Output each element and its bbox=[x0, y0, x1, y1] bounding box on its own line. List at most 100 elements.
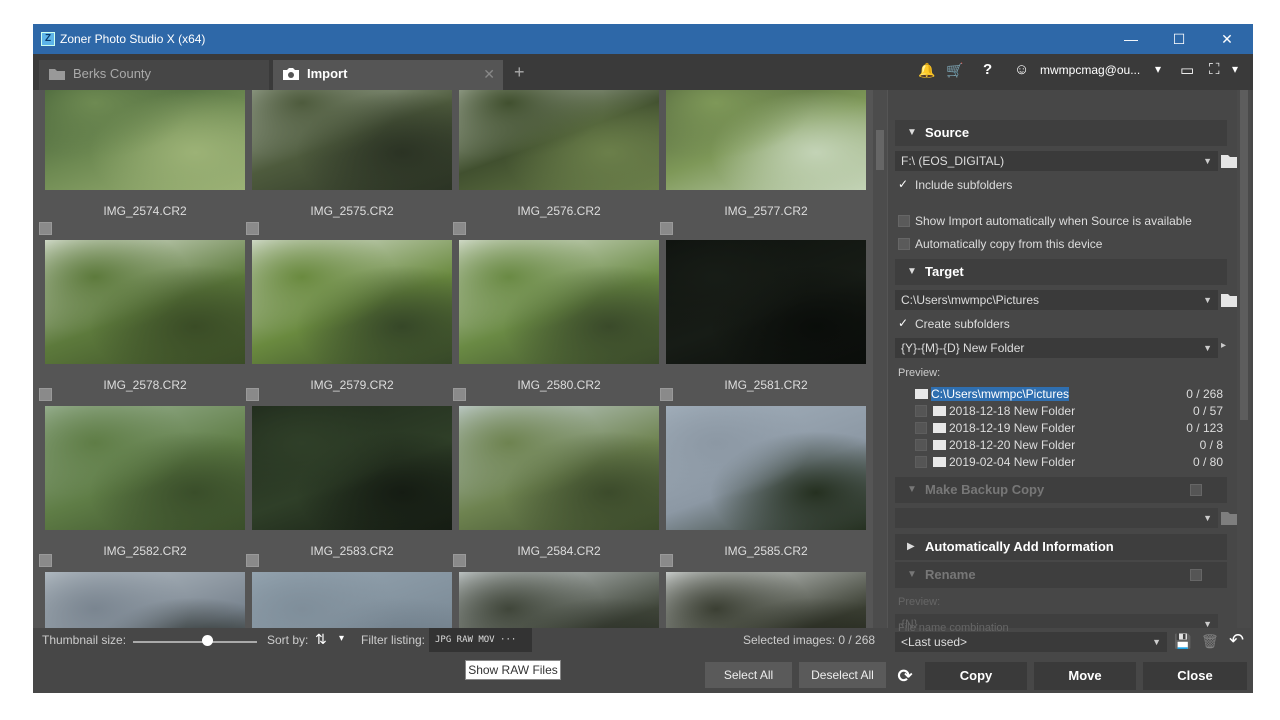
rename-enable-checkbox[interactable] bbox=[1190, 569, 1202, 581]
new-tab-button[interactable]: + bbox=[514, 62, 525, 83]
undo-icon[interactable]: ↶ bbox=[1229, 630, 1244, 651]
panel-scroll-thumb[interactable] bbox=[1240, 90, 1248, 420]
include-subfolders-label: Include subfolders bbox=[915, 178, 1013, 192]
folder-checkbox[interactable] bbox=[915, 456, 927, 468]
auto-copy-checkbox[interactable] bbox=[898, 238, 910, 250]
thumbnail-image[interactable] bbox=[459, 406, 659, 530]
include-subfolders-checkmark-icon[interactable]: ✓ bbox=[898, 177, 908, 191]
thumbnail-image[interactable] bbox=[252, 406, 452, 530]
folder-icon bbox=[915, 389, 928, 399]
thumbnail-image[interactable] bbox=[666, 90, 866, 190]
help-icon[interactable]: ? bbox=[983, 61, 992, 78]
panel-bottom-bar: File name combination <Last used> ▼ 💾 🗑 … bbox=[888, 622, 1253, 693]
backup-path-select[interactable]: ▼ bbox=[895, 508, 1218, 528]
thumbnail-image[interactable] bbox=[45, 90, 245, 190]
folder-count: 0 / 57 bbox=[1192, 404, 1223, 418]
tree-folder-row[interactable]: 2018-12-20 New Folder 0 / 8 bbox=[895, 437, 1227, 454]
sort-icon[interactable]: ⇅ bbox=[315, 631, 327, 648]
folder-checkbox[interactable] bbox=[915, 405, 927, 417]
thumbnail-image[interactable] bbox=[666, 406, 866, 530]
tree-root-row[interactable]: C:\Users\mwmpc\Pictures 0 / 268 bbox=[895, 386, 1227, 403]
tab-import[interactable]: Import ✕ bbox=[273, 60, 503, 90]
thumbnail-image[interactable] bbox=[252, 572, 452, 628]
thumbnail-select-checkbox[interactable] bbox=[246, 388, 259, 401]
create-subfolders-checkmark-icon[interactable]: ✓ bbox=[898, 316, 908, 330]
user-account-icon[interactable]: ☺ bbox=[1014, 61, 1029, 78]
user-menu-chevron-down-icon[interactable]: ▾ bbox=[1155, 62, 1161, 76]
refresh-button[interactable]: ⟳ bbox=[890, 662, 920, 690]
source-device-select[interactable]: F:\ (EOS_DIGITAL) ▼ bbox=[895, 151, 1218, 171]
tab-berks-county[interactable]: Berks County ✕ bbox=[39, 60, 283, 90]
auto-info-section-header[interactable]: ▶ Automatically Add Information bbox=[895, 534, 1227, 560]
grid-scroll-thumb[interactable] bbox=[876, 130, 884, 170]
thumbnail-image[interactable] bbox=[45, 406, 245, 530]
thumbnail-select-checkbox[interactable] bbox=[453, 554, 466, 567]
grid-scrollbar[interactable] bbox=[873, 90, 887, 628]
thumbnail-filename: IMG_2582.CR2 bbox=[103, 544, 187, 558]
source-section-header[interactable]: ▼ Source bbox=[895, 120, 1227, 146]
filter-listing-toggles[interactable]: JPG RAW MOV ··· bbox=[429, 628, 532, 652]
fullscreen-chevron-down-icon[interactable]: ▾ bbox=[1232, 62, 1238, 76]
window-title: Zoner Photo Studio X (x64) bbox=[60, 32, 206, 46]
close-window-button[interactable]: ✕ bbox=[1214, 29, 1240, 49]
backup-enable-checkbox[interactable] bbox=[1190, 484, 1202, 496]
deselect-all-button[interactable]: Deselect All bbox=[799, 662, 886, 688]
shopping-cart-icon[interactable]: 🛒 bbox=[946, 62, 963, 79]
thumbnail-select-checkbox[interactable] bbox=[246, 222, 259, 235]
tab-label: Berks County bbox=[73, 66, 152, 81]
sort-chevron-down-icon[interactable]: ▾ bbox=[339, 633, 344, 644]
thumbnail-size-slider[interactable] bbox=[133, 641, 257, 643]
thumbnail-select-checkbox[interactable] bbox=[660, 388, 673, 401]
target-section-header[interactable]: ▼ Target bbox=[895, 259, 1227, 285]
close-button[interactable]: Close bbox=[1143, 662, 1247, 690]
thumbnail-image[interactable] bbox=[252, 240, 452, 364]
thumbnail-image[interactable] bbox=[459, 240, 659, 364]
notifications-bell-icon[interactable]: 🔔 bbox=[918, 62, 935, 79]
thumbnail-image[interactable] bbox=[45, 572, 245, 628]
save-preset-icon[interactable]: 💾 bbox=[1174, 633, 1191, 650]
thumbnail-image[interactable] bbox=[666, 240, 866, 364]
tree-folder-row[interactable]: 2019-02-04 New Folder 0 / 80 bbox=[895, 454, 1227, 471]
delete-preset-icon[interactable]: 🗑 bbox=[1201, 633, 1219, 650]
tree-folder-row[interactable]: 2018-12-19 New Folder 0 / 123 bbox=[895, 420, 1227, 437]
folder-count: 0 / 268 bbox=[1186, 387, 1223, 401]
preset-select[interactable]: <Last used> ▼ bbox=[895, 632, 1167, 652]
user-account-label[interactable]: mwmpcmag@ou... bbox=[1040, 63, 1140, 77]
fullscreen-icon[interactable]: ⛶ bbox=[1209, 61, 1220, 78]
backup-section-header[interactable]: ▼ Make Backup Copy bbox=[895, 477, 1227, 503]
selected-value: F:\ (EOS_DIGITAL) bbox=[901, 154, 1005, 168]
folder-checkbox[interactable] bbox=[915, 422, 927, 434]
tree-folder-row[interactable]: 2018-12-18 New Folder 0 / 57 bbox=[895, 403, 1227, 420]
thumbnail-image[interactable] bbox=[666, 572, 866, 628]
select-all-button[interactable]: Select All bbox=[705, 662, 792, 688]
panel-scrollbar[interactable] bbox=[1237, 90, 1251, 628]
pattern-menu-arrow-icon[interactable]: ▸ bbox=[1221, 340, 1226, 351]
thumbnail-image[interactable] bbox=[459, 90, 659, 190]
thumbnail-select-checkbox[interactable] bbox=[39, 388, 52, 401]
thumbnail-select-checkbox[interactable] bbox=[246, 554, 259, 567]
move-button[interactable]: Move bbox=[1034, 662, 1136, 690]
thumbnail-select-checkbox[interactable] bbox=[39, 554, 52, 567]
screen-icon[interactable]: ▭ bbox=[1180, 61, 1194, 79]
rename-section-header[interactable]: ▼ Rename bbox=[895, 562, 1227, 588]
thumbnail-size-slider-knob[interactable] bbox=[202, 635, 214, 646]
thumbnail-select-checkbox[interactable] bbox=[39, 222, 52, 235]
copy-button[interactable]: Copy bbox=[925, 662, 1027, 690]
rename-preview-label: Preview: bbox=[898, 596, 941, 608]
thumbnail-select-checkbox[interactable] bbox=[453, 388, 466, 401]
folder-checkbox[interactable] bbox=[915, 439, 927, 451]
subfolder-pattern-select[interactable]: {Y}-{M}-{D} New Folder ▼ bbox=[895, 338, 1218, 358]
thumbnail-select-checkbox[interactable] bbox=[660, 222, 673, 235]
tab-close-icon[interactable]: ✕ bbox=[483, 60, 495, 88]
maximize-button[interactable]: ☐ bbox=[1166, 29, 1192, 49]
thumbnail-filename: IMG_2583.CR2 bbox=[310, 544, 394, 558]
app-logo-icon: Z bbox=[41, 32, 55, 46]
thumbnail-select-checkbox[interactable] bbox=[660, 554, 673, 567]
thumbnail-select-checkbox[interactable] bbox=[453, 222, 466, 235]
minimize-button[interactable]: — bbox=[1118, 29, 1144, 49]
show-import-automatically-checkbox[interactable] bbox=[898, 215, 910, 227]
thumbnail-image[interactable] bbox=[252, 90, 452, 190]
target-path-select[interactable]: C:\Users\mwmpc\Pictures ▼ bbox=[895, 290, 1218, 310]
thumbnail-image[interactable] bbox=[459, 572, 659, 628]
thumbnail-image[interactable] bbox=[45, 240, 245, 364]
